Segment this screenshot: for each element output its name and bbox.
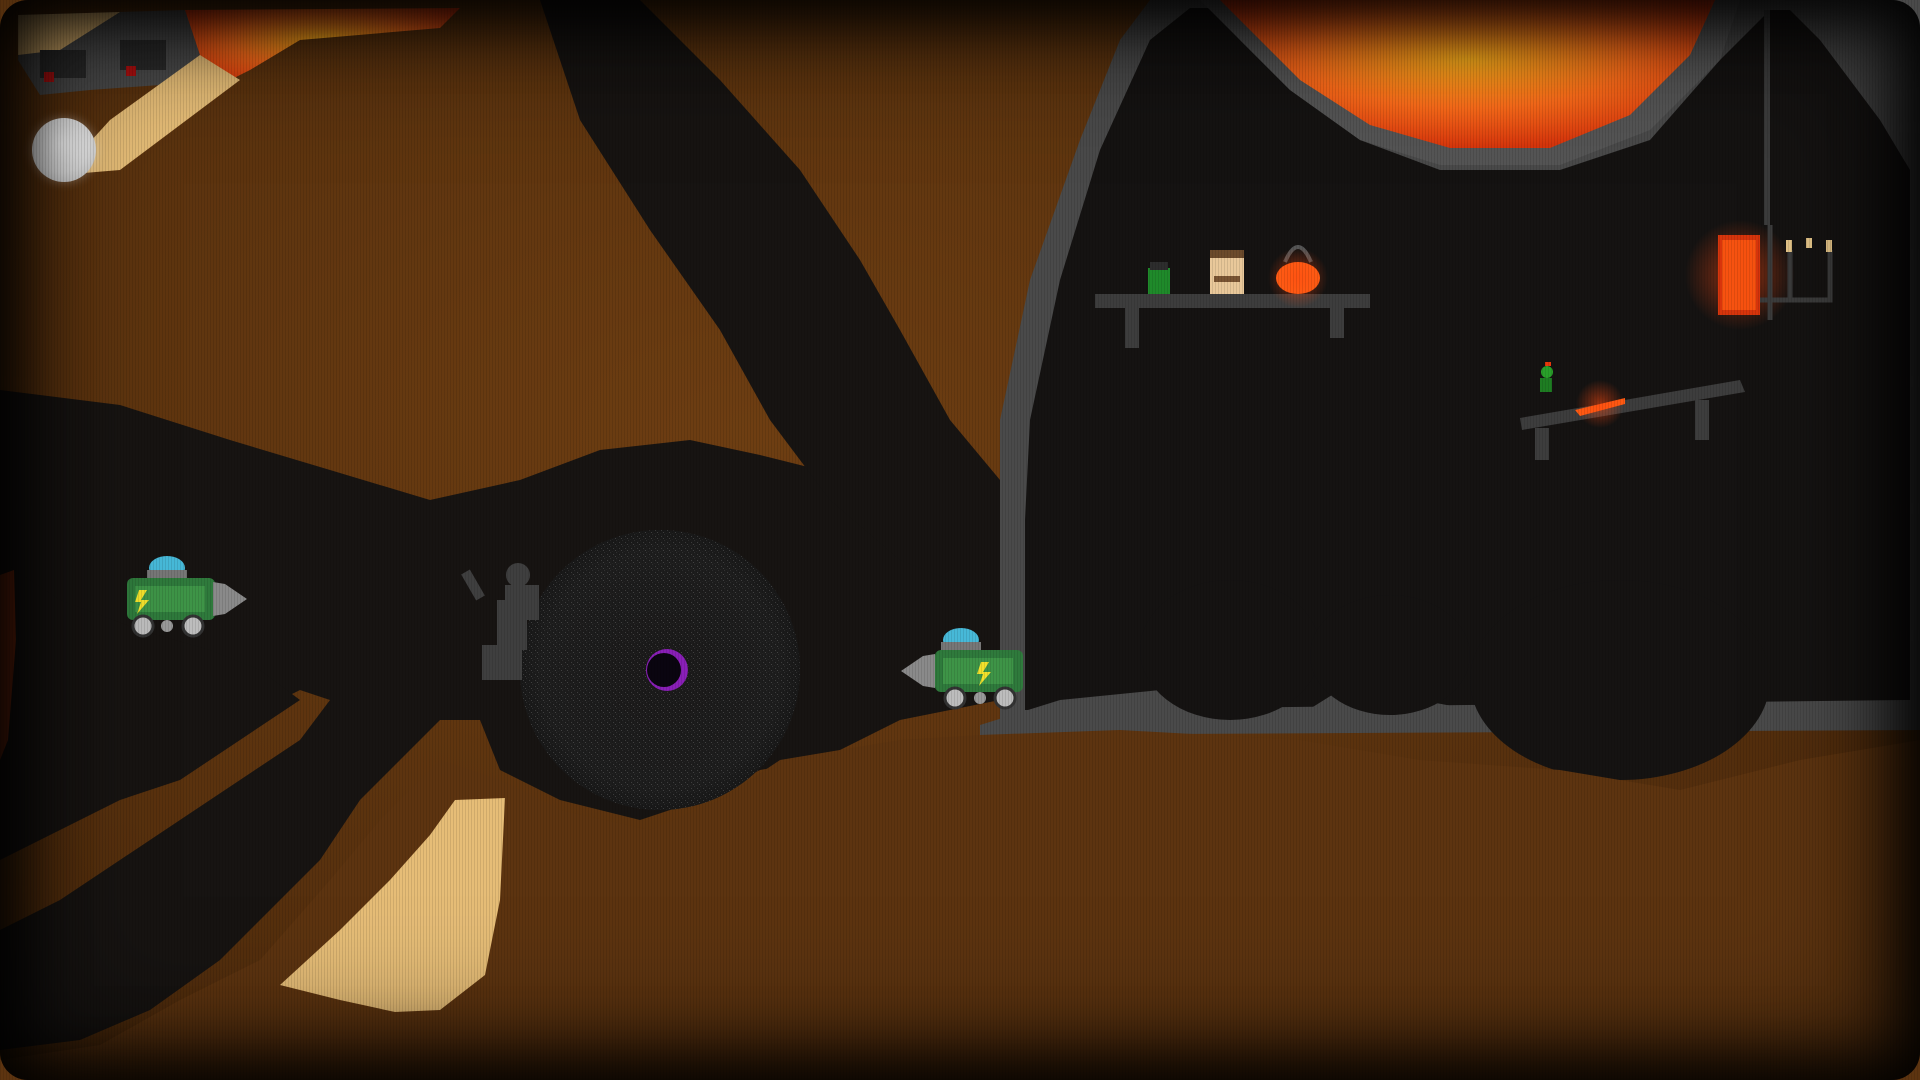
wheel-icon [181,614,205,638]
wheel-icon [131,614,155,638]
game-world [0,0,1920,1080]
game-screen [0,0,1920,1080]
floor-shadow-1 [1140,580,1320,720]
honey-jar [1210,250,1244,294]
pause-button[interactable] [32,118,96,182]
floor-shadow-2 [1310,595,1470,715]
portal-core [647,653,681,687]
green-potion-jar [1148,262,1170,294]
wheel-icon [993,686,1017,710]
wheel-icon [943,686,967,710]
floor-shadow-3 [1470,580,1770,780]
